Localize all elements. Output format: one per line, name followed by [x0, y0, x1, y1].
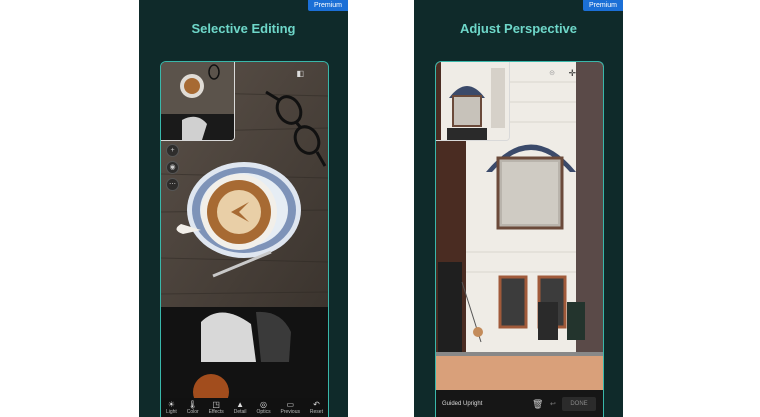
trash-icon[interactable]: 🗑 — [532, 399, 543, 410]
tool-reset[interactable]: ↶ Reset — [310, 400, 323, 416]
before-preview-thumbnail[interactable] — [436, 62, 510, 141]
sun-icon: ☀ — [167, 400, 175, 409]
reset-icon: ↶ — [313, 400, 320, 409]
edit-toolbar: ☀ Light 🌡 Color ◳ Effects ▲ Detail ◎ Optics ▭… — [161, 398, 328, 417]
mask-options-button[interactable]: ⋯ — [166, 178, 179, 191]
guide-handle-icon[interactable]: ⊝ — [549, 69, 555, 77]
tool-detail[interactable]: ▲ Detail — [234, 400, 247, 416]
previous-icon: ▭ — [286, 400, 295, 409]
undo-icon[interactable]: ↩ — [550, 400, 556, 408]
premium-badge: Premium — [582, 0, 623, 11]
mask-visibility-button[interactable]: ◉ — [166, 161, 179, 174]
photo-editor-frame[interactable]: ◧ + ◉ ⋯ ☀ Light 🌡 Color ◳ Effects ▲ Detail ◎… — [160, 61, 329, 417]
photo-editor-frame[interactable]: ✛ ⊝ Guided Upright 🗑 ↩ DONE — [435, 61, 604, 417]
panel-title: Selective Editing — [191, 21, 296, 36]
triangle-icon: ▲ — [236, 400, 245, 409]
premium-badge: Premium — [307, 0, 348, 11]
tool-effects[interactable]: ◳ Effects — [209, 400, 224, 416]
tool-previous[interactable]: ▭ Previous — [281, 400, 300, 416]
done-button[interactable]: DONE — [562, 397, 596, 411]
adjust-perspective-panel: Premium Adjust Perspective ✛ ⊝ Guided Up… — [414, 0, 623, 417]
thermometer-icon: 🌡 — [187, 400, 198, 409]
before-preview-thumbnail[interactable] — [161, 62, 235, 141]
selective-editing-panel: Premium Selective Editing ◧ + ◉ ⋯ ☀ Ligh… — [139, 0, 348, 417]
effects-icon: ◳ — [212, 400, 220, 409]
preview-image — [161, 62, 234, 140]
tool-optics[interactable]: ◎ Optics — [256, 400, 270, 416]
panel-title: Adjust Perspective — [459, 21, 578, 36]
compare-icon[interactable]: ◧ — [296, 69, 304, 78]
tool-light[interactable]: ☀ Light — [166, 400, 177, 416]
preview-image — [436, 62, 509, 140]
crosshair-icon[interactable]: ✛ — [568, 68, 576, 79]
tool-color[interactable]: 🌡 Color — [187, 400, 199, 416]
add-mask-button[interactable]: + — [166, 144, 179, 157]
mode-label: Guided Upright — [442, 401, 483, 407]
guided-upright-bar: Guided Upright 🗑 ↩ DONE — [436, 390, 603, 417]
lens-icon: ◎ — [260, 400, 268, 409]
